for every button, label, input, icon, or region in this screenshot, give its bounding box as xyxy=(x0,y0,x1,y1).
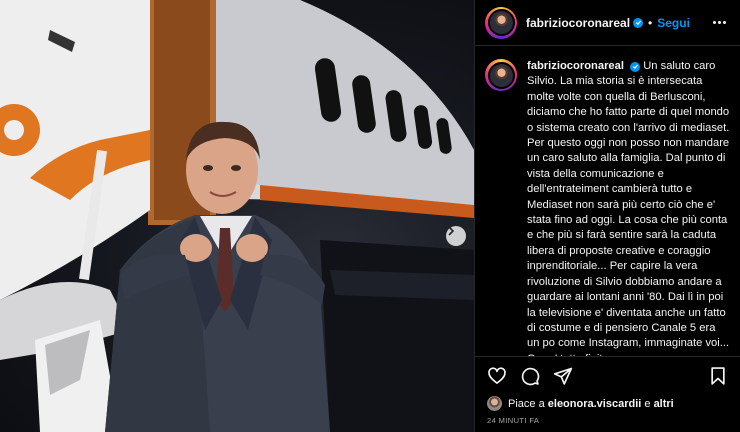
author-username[interactable]: fabriziocoronareal xyxy=(526,16,630,30)
author-avatar[interactable] xyxy=(485,6,517,39)
send-icon[interactable] xyxy=(553,366,573,386)
heart-icon[interactable] xyxy=(487,366,507,386)
header-separator: • xyxy=(648,15,653,30)
post-timestamp[interactable]: 24 MINUTI FA xyxy=(487,416,728,425)
caption-username[interactable]: fabriziocoronareal xyxy=(527,60,624,72)
carousel-next-button[interactable] xyxy=(446,226,466,246)
post-image[interactable] xyxy=(0,0,474,432)
chevron-right-icon xyxy=(448,226,455,236)
caption-body: Un saluto caro Silvio. La mia storia si … xyxy=(527,60,730,356)
verified-badge-icon xyxy=(633,17,644,28)
post-actions: Piace a eleonora.viscardii e altri 24 MI… xyxy=(475,356,740,425)
caption-text: fabriziocoronareal Un saluto caro Silvio… xyxy=(527,59,730,356)
action-icons-row xyxy=(487,365,728,387)
caption: fabriziocoronareal Un saluto caro Silvio… xyxy=(485,59,730,356)
comments-area[interactable]: fabriziocoronareal Un saluto caro Silvio… xyxy=(475,47,740,356)
comment-icon[interactable] xyxy=(520,366,540,386)
caption-author-avatar[interactable] xyxy=(485,59,517,91)
follow-button[interactable]: Segui xyxy=(657,16,690,30)
verified-badge-icon xyxy=(630,61,641,72)
bookmark-icon[interactable] xyxy=(708,366,728,386)
liker-avatar[interactable] xyxy=(487,396,502,411)
post-side-panel: fabriziocoronareal • Segui fabriziocoron… xyxy=(474,0,740,432)
likes-others-link[interactable]: altri xyxy=(654,398,674,410)
likes-prefix: Piace a xyxy=(508,397,545,410)
likes-suffix: e xyxy=(644,397,651,410)
more-options-icon[interactable] xyxy=(709,17,730,28)
post-photo-illustration xyxy=(0,0,474,432)
liker-username[interactable]: eleonora.viscardii xyxy=(548,398,642,410)
likes-summary: Piace a eleonora.viscardii e altri xyxy=(487,396,728,411)
post-header: fabriziocoronareal • Segui xyxy=(475,0,740,46)
